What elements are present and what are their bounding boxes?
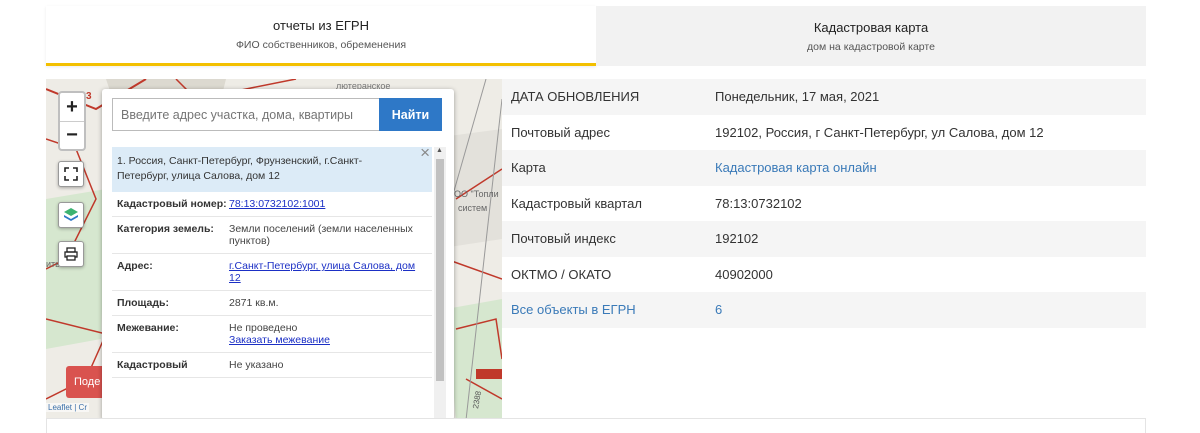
fullscreen-icon — [64, 167, 78, 181]
result-row: Кадастровый номер: 78:13:0732102:1001 — [112, 192, 432, 217]
info-value: 192102 — [715, 231, 759, 247]
order-survey-link[interactable]: Заказать межевание — [229, 334, 330, 346]
info-row-oktmo: ОКТМО / ОКАТО 40902000 — [502, 257, 1146, 293]
cadastral-number-link[interactable]: 78:13:0732102:1001 — [229, 198, 325, 210]
map-label: 48 — [268, 79, 277, 80]
tab-title: отчеты из ЕГРН — [273, 18, 369, 33]
map-attribution[interactable]: Leaflet | Cr — [46, 403, 89, 412]
print-button[interactable] — [58, 241, 84, 267]
row-value: Не проведено — [229, 322, 298, 334]
info-label: Почтовый адрес — [511, 124, 610, 140]
printer-icon — [64, 247, 78, 261]
info-row-all-objects: Все объекты в ЕГРН 6 — [502, 292, 1146, 328]
map-label: систем — [458, 203, 487, 213]
result-title-text: 1. Россия, Санкт-Петербург, Фрунзенский,… — [117, 155, 363, 182]
row-key: Адрес: — [117, 260, 153, 272]
row-value: 2871 кв.м. — [229, 297, 279, 309]
row-value: Земли поселений (земли населенных пункто… — [229, 223, 413, 247]
search-result: 1. Россия, Санкт-Петербург, Фрунзенский,… — [112, 147, 432, 420]
result-row: Адрес: г.Санкт-Петербург, улица Салова, … — [112, 254, 432, 291]
result-title[interactable]: 1. Россия, Санкт-Петербург, Фрунзенский,… — [112, 147, 432, 192]
layers-button[interactable] — [58, 202, 84, 228]
map-red-button[interactable]: Поде — [66, 366, 106, 398]
info-row-map: Карта Кадастровая карта онлайн — [502, 150, 1146, 186]
info-value: Понедельник, 17 мая, 2021 — [715, 89, 880, 105]
info-row-postal-address: Почтовый адрес 192102, Россия, г Санкт-П… — [502, 115, 1146, 151]
bottom-section — [46, 418, 1146, 433]
result-row: Межевание: Не проведено Заказать межеван… — [112, 316, 432, 353]
row-value: Не указано — [229, 359, 284, 371]
info-row-postal-code: Почтовый индекс 192102 — [502, 221, 1146, 257]
row-key: Площадь: — [117, 297, 169, 309]
map-search-panel: Найти 1. Россия, Санкт-Петербург, Фрунзе… — [102, 89, 454, 420]
info-row-cadastral-quarter: Кадастровый квартал 78:13:0732102 — [502, 186, 1146, 222]
address-link[interactable]: г.Санкт-Петербург, улица Салова, дом 12 — [229, 260, 415, 284]
tab-subtitle: дом на кадастровой карте — [807, 40, 935, 53]
zoom-out-button[interactable]: − — [60, 121, 84, 149]
row-key: Кадастровый номер: — [117, 198, 227, 210]
tab-cadastral-map[interactable]: Кадастровая карта дом на кадастровой кар… — [596, 6, 1146, 66]
result-row: Площадь: 2871 кв.м. — [112, 291, 432, 316]
row-key: Кадастровый — [117, 359, 188, 371]
info-value: 192102, Россия, г Санкт-Петербург, ул Са… — [715, 124, 1044, 140]
search-row: Найти — [112, 98, 442, 131]
all-objects-count-link[interactable]: 6 — [715, 302, 1146, 317]
layers-icon — [64, 208, 78, 221]
row-key: Категория земель: — [117, 223, 214, 235]
all-objects-link[interactable]: Все объекты в ЕГРН — [502, 302, 715, 317]
tab-egrn-reports[interactable]: отчеты из ЕГРН ФИО собственников, обреме… — [46, 6, 596, 66]
result-scrollbar[interactable]: ▲ — [434, 147, 446, 420]
info-row-update-date: ДАТА ОБНОВЛЕНИЯ Понедельник, 17 мая, 202… — [502, 79, 1146, 115]
find-button[interactable]: Найти — [379, 98, 442, 131]
map-label: 3 — [86, 91, 92, 102]
cadastral-map-online-link[interactable]: Кадастровая карта онлайн — [715, 160, 1146, 175]
zoom-control: + − — [58, 91, 86, 151]
property-info-table: ДАТА ОБНОВЛЕНИЯ Понедельник, 17 мая, 202… — [502, 79, 1146, 328]
info-label: Кадастровый квартал — [511, 195, 642, 211]
info-label: ОКТМО / ОКАТО — [511, 266, 612, 282]
scroll-up-icon[interactable]: ▲ — [436, 147, 443, 154]
tab-title: Кадастровая карта — [813, 19, 929, 35]
info-value: 40902000 — [715, 266, 773, 282]
fullscreen-button[interactable] — [58, 161, 84, 187]
result-row: Кадастровый Не указано — [112, 353, 432, 378]
info-value: 78:13:0732102 — [715, 195, 802, 211]
tab-subtitle: ФИО собственников, обременения — [235, 39, 407, 51]
scrollbar-thumb[interactable] — [436, 159, 444, 381]
info-label: ДАТА ОБНОВЛЕНИЯ — [511, 89, 640, 105]
close-icon[interactable]: × — [420, 147, 430, 161]
row-key: Межевание: — [117, 322, 179, 334]
result-row: Категория земель: Земли поселений (земли… — [112, 217, 432, 254]
zoom-in-button[interactable]: + — [60, 93, 84, 121]
map-label: ОО "Топли — [454, 189, 499, 199]
info-label: Карта — [511, 160, 546, 176]
info-label: Почтовый индекс — [511, 231, 616, 247]
address-search-input[interactable] — [112, 98, 379, 131]
tab-bar: отчеты из ЕГРН ФИО собственников, обреме… — [46, 6, 1146, 66]
